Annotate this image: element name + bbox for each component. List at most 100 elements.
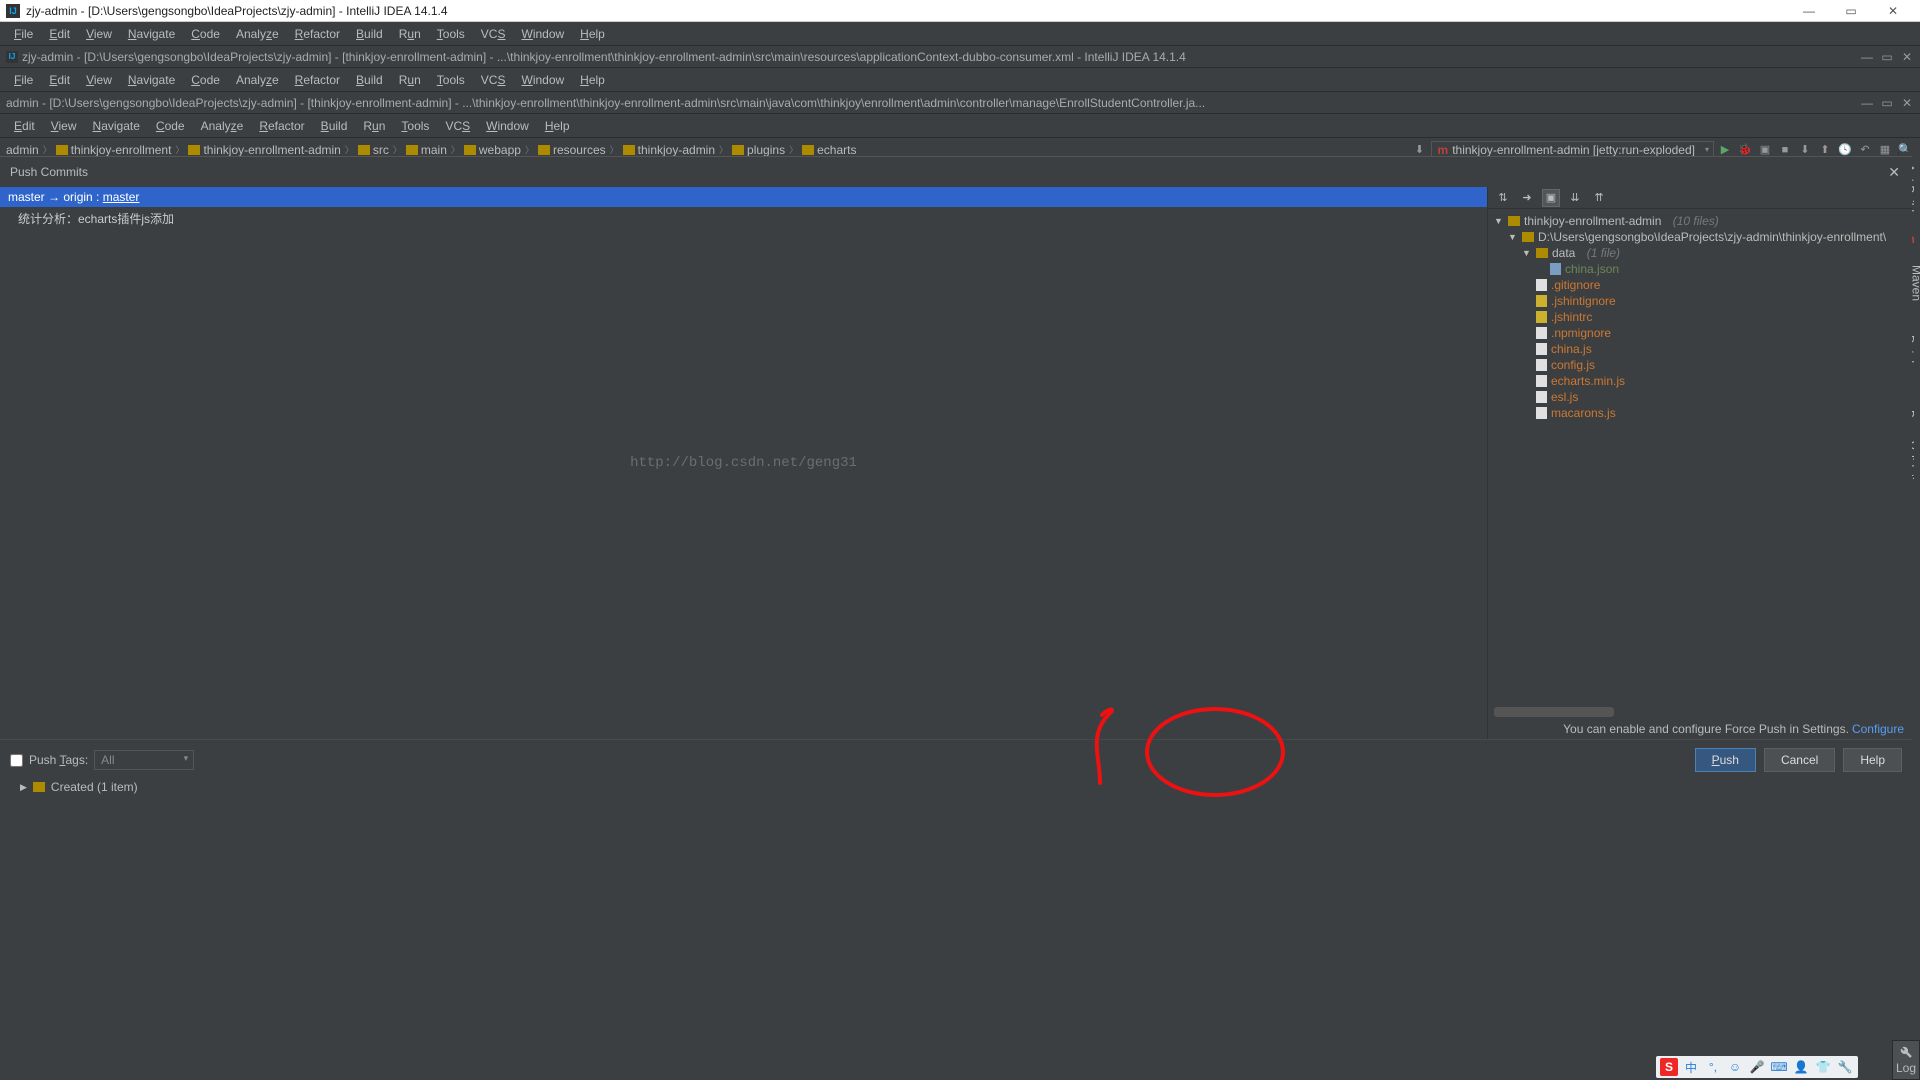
- crumb-resources[interactable]: resources: [538, 143, 606, 157]
- menu-view[interactable]: View: [78, 24, 120, 44]
- force-push-hint: You can enable and configure Force Push …: [1488, 719, 1912, 739]
- bg1-min[interactable]: —: [1860, 50, 1874, 64]
- menu2-edit[interactable]: Edit: [41, 70, 78, 90]
- menu3-code[interactable]: Code: [148, 116, 193, 136]
- crumb-admin[interactable]: admin: [6, 143, 39, 157]
- help-button[interactable]: Help: [1843, 748, 1902, 772]
- menu3-run[interactable]: Run: [355, 116, 393, 136]
- menu3-edit[interactable]: Edit: [6, 116, 43, 136]
- menu-navigate[interactable]: Navigate: [120, 24, 183, 44]
- menu-run[interactable]: Run: [391, 24, 429, 44]
- menu-build[interactable]: Build: [348, 24, 391, 44]
- menu2-tools[interactable]: Tools: [429, 70, 473, 90]
- crumb-enrollment[interactable]: thinkjoy-enrollment: [56, 143, 172, 157]
- push-tags-label: Push Tags:: [29, 753, 88, 767]
- module-icon: [1508, 216, 1520, 226]
- changed-files-pane: ⇅ ➜ ▣ ⇊ ⇈ ▼thinkjoy-enrollment-admin (10…: [1487, 187, 1912, 739]
- inner-menubar-2: Edit View Navigate Code Analyze Refactor…: [0, 114, 1920, 138]
- target-branch-link[interactable]: master: [103, 190, 140, 204]
- menu2-window[interactable]: Window: [513, 70, 572, 90]
- push-tags-combo[interactable]: All: [94, 750, 194, 770]
- menu2-help[interactable]: Help: [572, 70, 613, 90]
- menu-edit[interactable]: Edit: [41, 24, 78, 44]
- crumb-main[interactable]: main: [406, 143, 447, 157]
- bg2-min[interactable]: —: [1860, 96, 1874, 110]
- menu3-build[interactable]: Build: [313, 116, 356, 136]
- menu-analyze[interactable]: Analyze: [228, 24, 287, 44]
- ime-keyboard-icon[interactable]: ⌨: [1770, 1058, 1788, 1076]
- dialog-close-button[interactable]: ✕: [1888, 164, 1900, 181]
- menu2-navigate[interactable]: Navigate: [120, 70, 183, 90]
- ime-emoji-icon[interactable]: ☺: [1726, 1058, 1744, 1076]
- commit-message-row[interactable]: 统计分析：echarts插件js添加: [0, 207, 1487, 230]
- file-tree[interactable]: ▼thinkjoy-enrollment-admin (10 files) ▼D…: [1488, 209, 1912, 705]
- menu2-run[interactable]: Run: [391, 70, 429, 90]
- branch-line[interactable]: master → origin : master: [0, 187, 1487, 207]
- menu3-refactor[interactable]: Refactor: [251, 116, 312, 136]
- event-log-button[interactable]: Log: [1892, 1040, 1920, 1080]
- bg1-max[interactable]: ▭: [1880, 50, 1894, 64]
- sogou-logo-icon[interactable]: S: [1660, 1058, 1678, 1076]
- ime-mic-icon[interactable]: 🎤: [1748, 1058, 1766, 1076]
- menu3-vcs[interactable]: VCS: [437, 116, 478, 136]
- menu2-refactor[interactable]: Refactor: [287, 70, 348, 90]
- ime-tools-icon[interactable]: 🔧: [1836, 1058, 1854, 1076]
- crumb-echarts[interactable]: echarts: [802, 143, 856, 157]
- folder-icon: [1522, 232, 1534, 242]
- ime-user-icon[interactable]: 👤: [1792, 1058, 1810, 1076]
- js-file-icon: [1536, 391, 1547, 403]
- menu-tools[interactable]: Tools: [429, 24, 473, 44]
- bg-tab-2-text[interactable]: admin - [D:\Users\gengsongbo\IdeaProject…: [6, 96, 1205, 110]
- menu2-file[interactable]: File: [6, 70, 41, 90]
- group-by-dir-icon[interactable]: ▣: [1542, 189, 1560, 207]
- bg2-close[interactable]: ✕: [1900, 96, 1914, 110]
- folder-icon: [1536, 248, 1548, 258]
- configure-link[interactable]: Configure: [1852, 722, 1904, 736]
- bg2-max[interactable]: ▭: [1880, 96, 1894, 110]
- window-minimize-button[interactable]: —: [1788, 0, 1830, 22]
- menu3-help[interactable]: Help: [537, 116, 578, 136]
- window-close-button[interactable]: ✕: [1872, 0, 1914, 22]
- horizontal-scrollbar[interactable]: [1494, 707, 1614, 717]
- menu-vcs[interactable]: VCS: [473, 24, 514, 44]
- collapse-all-icon[interactable]: ⇈: [1590, 189, 1608, 207]
- ime-punct-icon[interactable]: °,: [1704, 1058, 1722, 1076]
- menu3-tools[interactable]: Tools: [393, 116, 437, 136]
- menu-help[interactable]: Help: [572, 24, 613, 44]
- crumb-plugins[interactable]: plugins: [732, 143, 785, 157]
- push-tags-checkbox[interactable]: [10, 754, 23, 767]
- wrench-icon: [1899, 1045, 1913, 1059]
- push-commits-dialog: Push Commits ✕ master → origin : master …: [0, 156, 1912, 780]
- crumb-thinkjoy-admin[interactable]: thinkjoy-admin: [623, 143, 715, 157]
- rc-file-icon: [1536, 311, 1547, 323]
- menu-code[interactable]: Code: [183, 24, 228, 44]
- cancel-button[interactable]: Cancel: [1764, 748, 1835, 772]
- menu2-analyze[interactable]: Analyze: [228, 70, 287, 90]
- expand-all-icon[interactable]: ⇊: [1566, 189, 1584, 207]
- crumb-webapp[interactable]: webapp: [464, 143, 521, 157]
- window-maximize-button[interactable]: ▭: [1830, 0, 1872, 22]
- menu-file[interactable]: File: [6, 24, 41, 44]
- crumb-enrollment-admin[interactable]: thinkjoy-enrollment-admin: [188, 143, 340, 157]
- push-button[interactable]: Push: [1695, 748, 1756, 772]
- jump-to-source-icon[interactable]: ➜: [1518, 189, 1536, 207]
- crumb-src[interactable]: src: [358, 143, 389, 157]
- menu3-view[interactable]: View: [43, 116, 85, 136]
- show-diff-icon[interactable]: ⇅: [1494, 189, 1512, 207]
- menu3-navigate[interactable]: Navigate: [85, 116, 148, 136]
- ime-lang-icon[interactable]: 中: [1682, 1058, 1700, 1076]
- menu2-view[interactable]: View: [78, 70, 120, 90]
- ime-toolbar[interactable]: S 中 °, ☺ 🎤 ⌨ 👤 👕 🔧: [1656, 1056, 1858, 1078]
- menu2-build[interactable]: Build: [348, 70, 391, 90]
- bg-tab-1-text[interactable]: zjy-admin - [D:\Users\gengsongbo\IdeaPro…: [22, 50, 1186, 64]
- menu-refactor[interactable]: Refactor: [287, 24, 348, 44]
- vcs-log-created-row[interactable]: ▶ Created (1 item): [20, 780, 138, 794]
- ime-skin-icon[interactable]: 👕: [1814, 1058, 1832, 1076]
- menu-window[interactable]: Window: [513, 24, 572, 44]
- menu3-analyze[interactable]: Analyze: [193, 116, 252, 136]
- bg1-close[interactable]: ✕: [1900, 50, 1914, 64]
- menu2-code[interactable]: Code: [183, 70, 228, 90]
- menu2-vcs[interactable]: VCS: [473, 70, 514, 90]
- folder-icon: [358, 145, 370, 155]
- menu3-window[interactable]: Window: [478, 116, 537, 136]
